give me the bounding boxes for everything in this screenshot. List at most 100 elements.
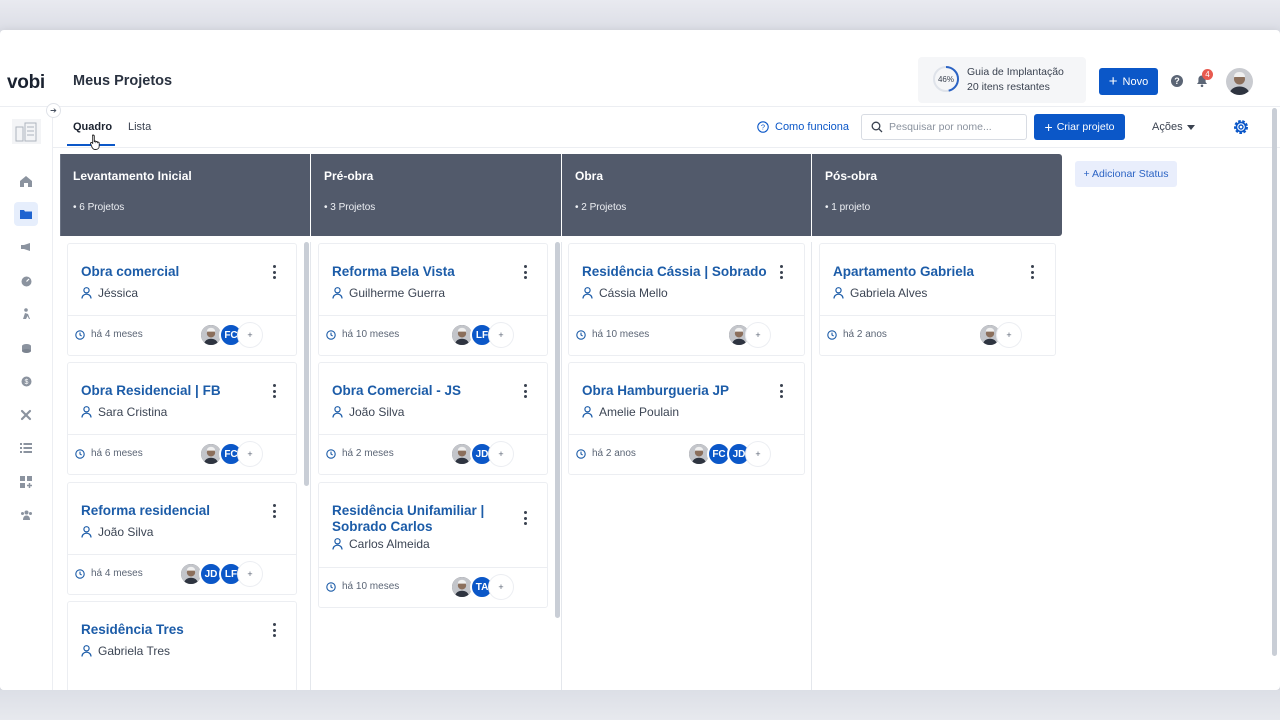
implementation-guide[interactable]: 46% Guia de Implantação 20 itens restant… (918, 57, 1086, 103)
more-vertical-icon[interactable] (519, 511, 531, 525)
add-member-button[interactable]: + (746, 442, 770, 466)
more-vertical-icon[interactable] (268, 384, 280, 398)
team-icon[interactable] (14, 503, 38, 527)
member-avatars[interactable]: LF + (450, 323, 513, 347)
create-project-button[interactable]: + Criar projeto (1034, 114, 1125, 140)
list-icon[interactable] (14, 436, 38, 460)
member-avatars[interactable]: FC + (199, 442, 262, 466)
add-member-button[interactable]: + (238, 442, 262, 466)
clock-icon (576, 448, 586, 459)
worker-icon[interactable] (14, 302, 38, 326)
project-card[interactable]: Apartamento Gabriela Gabriela Alves há 2… (819, 243, 1056, 356)
coins-icon[interactable] (14, 336, 38, 360)
new-button[interactable]: + Novo (1099, 68, 1158, 95)
project-card[interactable]: Residência Tres Gabriela Tres (67, 601, 297, 690)
home-icon[interactable] (14, 169, 38, 193)
folder-icon[interactable] (14, 202, 38, 226)
member-avatars[interactable]: + (978, 323, 1021, 347)
column-header-pos-obra[interactable]: Pós-obra • 1 projeto (812, 154, 1062, 236)
question-circle-icon: ? (757, 121, 769, 133)
project-card[interactable]: Reforma Bela Vista Guilherme Guerra há 1… (318, 243, 548, 356)
search-input[interactable] (889, 121, 1019, 133)
add-member-button[interactable]: + (489, 575, 513, 599)
project-updated: há 2 anos (827, 329, 887, 340)
user-icon (81, 526, 92, 538)
project-title[interactable]: Residência Tres (81, 622, 271, 638)
add-member-button[interactable]: + (238, 562, 262, 586)
project-owner: Gabriela Alves (833, 286, 927, 300)
user-avatar[interactable] (1226, 68, 1253, 95)
add-member-button[interactable]: + (489, 323, 513, 347)
project-title[interactable]: Obra Residencial | FB (81, 383, 271, 399)
column-separator (310, 242, 311, 690)
dollar-icon[interactable]: $ (14, 369, 38, 393)
project-title[interactable]: Obra comercial (81, 264, 271, 280)
project-title[interactable]: Obra Comercial - JS (332, 383, 522, 399)
megaphone-icon[interactable] (14, 235, 38, 259)
add-member-button[interactable]: + (489, 442, 513, 466)
progress-ring-icon: 46% (933, 66, 959, 92)
project-card[interactable]: Reforma residencial João Silva há 4 mese… (67, 482, 297, 595)
member-avatars[interactable]: TA + (450, 575, 513, 599)
page-scrollbar[interactable] (1272, 108, 1277, 656)
project-card[interactable]: Obra comercial Jéssica há 4 meses FC + (67, 243, 297, 356)
member-avatars[interactable]: JD LF + (179, 562, 262, 586)
project-card[interactable]: Residência Cássia | Sobrado Cássia Mello… (568, 243, 805, 356)
tools-icon[interactable] (14, 403, 38, 427)
company-logo-icon[interactable] (11, 118, 42, 145)
column-header-obra[interactable]: Obra • 2 Projetos (562, 154, 811, 236)
project-card[interactable]: Obra Residencial | FB Sara Cristina há 6… (67, 362, 297, 475)
add-grid-icon[interactable] (14, 470, 38, 494)
project-title[interactable]: Reforma residencial (81, 503, 271, 519)
add-member-button[interactable]: + (746, 323, 770, 347)
guide-title: Guia de Implantação (967, 66, 1064, 78)
member-avatars[interactable]: JD + (450, 442, 513, 466)
project-title[interactable]: Apartamento Gabriela (833, 264, 1033, 280)
project-title[interactable]: Residência Unifamiliar | Sobrado Carlos (332, 503, 522, 535)
owner-name: João Silva (98, 525, 154, 539)
column-scrollbar[interactable] (304, 242, 309, 486)
more-vertical-icon[interactable] (1026, 265, 1038, 279)
more-vertical-icon[interactable] (775, 265, 787, 279)
project-updated: há 4 meses (75, 568, 143, 579)
app-window: vobi Meus Projetos 46% Guia de Implantaç… (0, 30, 1280, 690)
user-icon (332, 406, 343, 418)
mouse-cursor-icon (90, 134, 100, 150)
desktop-backdrop-bottom (0, 690, 1280, 720)
gear-icon[interactable] (1232, 118, 1250, 136)
more-vertical-icon[interactable] (519, 265, 531, 279)
owner-name: Gabriela Tres (98, 644, 171, 658)
more-vertical-icon[interactable] (268, 265, 280, 279)
actions-dropdown[interactable]: Ações (1152, 121, 1195, 133)
more-vertical-icon[interactable] (268, 623, 280, 637)
column-header-pre-obra[interactable]: Pré-obra • 3 Projetos (311, 154, 561, 236)
project-title[interactable]: Reforma Bela Vista (332, 264, 522, 280)
project-card[interactable]: Obra Hamburgueria JP Amelie Poulain há 2… (568, 362, 805, 475)
project-card[interactable]: Residência Unifamiliar | Sobrado Carlos … (318, 482, 548, 608)
member-avatars[interactable]: FC JD + (687, 442, 770, 466)
add-member-button[interactable]: + (238, 323, 262, 347)
more-vertical-icon[interactable] (519, 384, 531, 398)
owner-name: Amelie Poulain (599, 405, 680, 419)
search-box[interactable] (861, 114, 1027, 140)
tab-lista[interactable]: Lista (128, 121, 151, 133)
project-title[interactable]: Residência Cássia | Sobrado (582, 264, 782, 280)
member-avatars[interactable]: + (727, 323, 770, 347)
column-scrollbar[interactable] (555, 242, 560, 618)
updated-time: há 2 anos (843, 329, 887, 340)
sidebar (0, 107, 53, 690)
project-title[interactable]: Obra Hamburgueria JP (582, 383, 782, 399)
more-vertical-icon[interactable] (775, 384, 787, 398)
member-avatars[interactable]: FC + (199, 323, 262, 347)
column-header-levantamento[interactable]: Levantamento Inicial • 6 Projetos (60, 154, 310, 236)
gauge-icon[interactable] (14, 269, 38, 293)
how-it-works-link[interactable]: ? Como funciona (757, 121, 849, 133)
help-icon[interactable]: ? (1171, 75, 1183, 87)
tab-quadro[interactable]: Quadro (73, 121, 112, 133)
sidebar-toggle-icon[interactable]: ➔ (46, 103, 61, 118)
vobi-logo[interactable]: vobi (7, 72, 45, 94)
add-status-button[interactable]: + Adicionar Status (1075, 161, 1177, 187)
project-card[interactable]: Obra Comercial - JS João Silva há 2 mese… (318, 362, 548, 475)
add-member-button[interactable]: + (997, 323, 1021, 347)
more-vertical-icon[interactable] (268, 504, 280, 518)
